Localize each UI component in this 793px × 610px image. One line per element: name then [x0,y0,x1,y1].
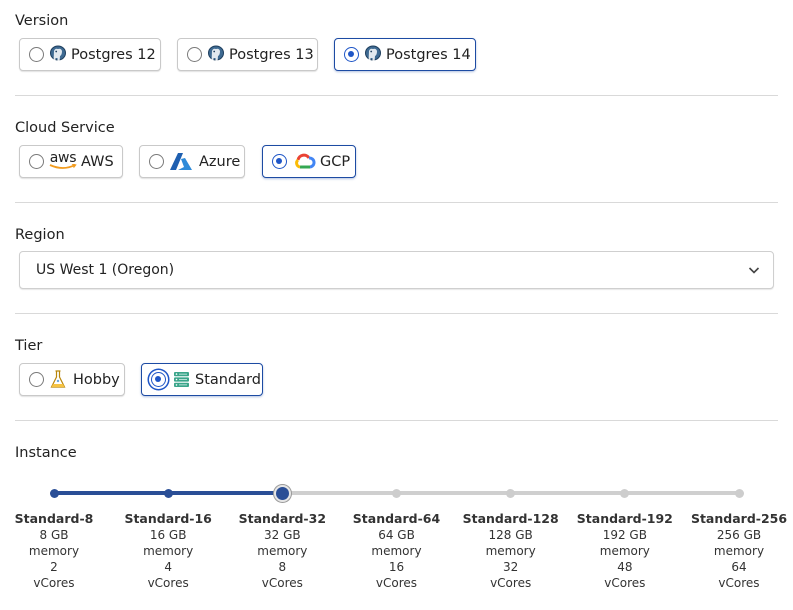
cloud-option-gcp[interactable]: GCP [262,145,356,178]
cloud-option-label: AWS [81,153,114,170]
instance-step-vcores-label: vCores [33,576,75,590]
instance-step-memory-label: memory [485,544,536,558]
version-label: Version [15,13,69,29]
instance-step-vcores: 16 [388,560,405,574]
instance-step-name: Standard-16 [124,511,212,526]
instance-step-memory: 64 GB [378,528,415,542]
google-cloud-logo-icon [292,152,316,171]
instance-step-name: Standard-8 [14,511,94,526]
version-option-label: Postgres 12 [71,46,156,63]
radio-button[interactable] [29,372,44,387]
divider [15,420,778,421]
slider-stop[interactable] [49,488,59,498]
instance-step-memory-label: memory [28,544,80,558]
slider-stop[interactable] [392,488,401,498]
postgres-elephant-icon [207,45,225,64]
divider [15,202,778,203]
server-stack-icon [173,371,190,388]
cloud-option-label: GCP [320,153,351,170]
instance-step-vcores-label: vCores [604,576,646,590]
instance-step-label[interactable]: Standard-32 32 GB memory 8 vCores [227,511,337,591]
radio-button[interactable] [187,47,202,62]
radio-button[interactable] [29,47,44,62]
aws-logo-icon: aws [49,149,77,169]
tier-label: Tier [15,338,43,354]
instance-step-vcores: 32 [503,560,519,574]
instance-label: Instance [15,445,77,461]
tier-option-label: Standard [195,371,261,388]
instance-step-vcores-label: vCores [261,576,303,590]
region-label: Region [15,227,65,243]
instance-step-vcores-label: vCores [490,576,532,590]
instance-step-memory: 32 GB [264,528,301,542]
radio-button[interactable] [29,154,44,169]
cloud-option-aws[interactable]: aws AWS [19,145,123,178]
instance-step-memory-label: memory [371,544,422,558]
instance-step-name: Standard-192 [576,511,673,526]
instance-step-name: Standard-64 [352,511,441,526]
cloud-option-label: Azure [199,153,241,170]
cloud-service-label: Cloud Service [15,120,115,136]
slider-stop[interactable] [163,488,173,498]
instance-step-vcores-label: vCores [718,576,760,590]
instance-step-label[interactable]: Standard-256 256 GB memory 64 vCores [684,511,793,591]
instance-step-memory: 128 GB [488,528,533,542]
slider-thumb[interactable] [273,484,291,502]
flask-icon [49,370,67,389]
instance-step-vcores: 2 [50,560,58,574]
instance-step-name: Standard-128 [462,511,559,526]
cloud-option-azure[interactable]: Azure [139,145,245,178]
instance-step-memory-label: memory [599,544,650,558]
instance-step-label[interactable]: Standard-8 8 GB memory 2 vCores [0,511,109,591]
instance-step-name: Standard-32 [238,511,327,526]
region-select-value: US West 1 (Oregon) [36,262,175,278]
version-option-postgres-13[interactable]: Postgres 13 [177,38,318,71]
slider-stop[interactable] [734,488,744,498]
instance-step-label[interactable]: Standard-192 192 GB memory 48 vCores [570,511,680,591]
tier-option-label: Hobby [73,371,120,388]
instance-step-memory: 256 GB [716,528,762,542]
radio-button-selected[interactable] [344,47,359,62]
instance-step-memory: 16 GB [149,528,187,542]
version-option-postgres-12[interactable]: Postgres 12 [19,38,161,71]
slider-stop[interactable] [620,488,630,498]
tier-option-standard[interactable]: Standard [141,363,263,396]
instance-step-name: Standard-256 [690,511,788,526]
instance-step-memory-label: memory [713,544,765,558]
azure-logo-icon [169,152,193,171]
instance-step-label[interactable]: Standard-128 128 GB memory 32 vCores [456,511,566,591]
instance-step-memory: 192 GB [602,528,647,542]
instance-step-vcores: 64 [731,560,747,574]
postgres-elephant-icon [49,45,67,64]
instance-step-vcores-label: vCores [375,576,418,590]
radio-button-selected[interactable] [151,372,166,387]
slider-stop[interactable] [506,488,516,498]
chevron-down-icon [748,264,760,280]
divider [15,95,778,96]
instance-step-vcores: 48 [617,560,633,574]
instance-step-label[interactable]: Standard-16 16 GB memory 4 vCores [113,511,223,591]
instance-step-vcores-label: vCores [147,576,189,590]
instance-step-vcores: 8 [278,560,287,574]
instance-step-label[interactable]: Standard-64 64 GB memory 16 vCores [342,511,452,591]
instance-step-memory-label: memory [257,544,308,558]
instance-step-vcores: 4 [164,560,172,574]
version-option-label: Postgres 14 [386,46,471,63]
radio-button-selected[interactable] [272,154,287,169]
version-option-postgres-14[interactable]: Postgres 14 [334,38,476,71]
version-option-label: Postgres 13 [229,46,314,63]
postgres-elephant-icon [364,45,382,64]
instance-step-memory: 8 GB [39,528,69,542]
tier-option-hobby[interactable]: Hobby [19,363,125,396]
instance-step-memory-label: memory [143,544,194,558]
radio-button[interactable] [149,154,164,169]
divider [15,313,778,314]
region-select[interactable]: US West 1 (Oregon) [19,251,774,289]
